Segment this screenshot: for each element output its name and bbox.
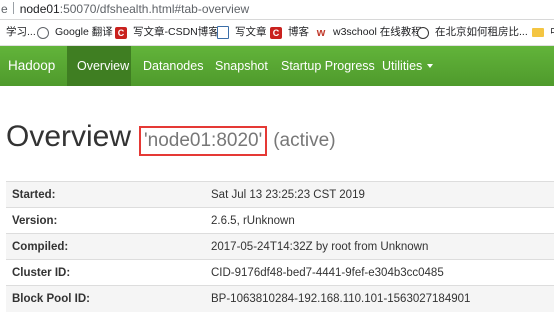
bookmark-label: 写文章-CSDN博客	[133, 26, 219, 38]
globe-icon	[37, 26, 49, 39]
w3school-icon: w	[315, 26, 327, 39]
bookmark-csdn-write[interactable]: C 写文章-CSDN博客	[115, 20, 219, 45]
bookmark-label: 中	[550, 20, 554, 45]
caret-down-icon	[427, 64, 434, 68]
table-row: Compiled: 2017-05-24T14:32Z by root from…	[6, 233, 554, 260]
bookmark-beijing-rent[interactable]: 在北京如何租房比...	[417, 20, 528, 45]
nav-startup-progress[interactable]: Startup Progress	[271, 46, 385, 86]
nav-overview[interactable]: Overview	[67, 46, 131, 86]
row-value: BP-1063810284-192.168.110.101-1563027184…	[205, 285, 554, 312]
nav-utilities-label: Utilities	[382, 59, 423, 73]
row-key: Version:	[6, 207, 205, 234]
table-row: Started: Sat Jul 13 23:25:23 CST 2019	[6, 181, 554, 208]
nav-utilities[interactable]: Utilities	[372, 46, 443, 86]
bookmark-label: w3school 在线教程	[333, 26, 422, 38]
bookmark-blog[interactable]: C 博客	[270, 20, 309, 45]
hadoop-navbar: Hadoop Overview Datanodes Snapshot Start…	[0, 46, 554, 86]
bookmark-more[interactable]: 中	[532, 20, 554, 45]
row-value: Sat Jul 13 23:25:23 CST 2019	[205, 181, 554, 208]
address-prefix: e	[1, 2, 8, 16]
bookmarks-bar: 学习... Google 翻译 C 写文章-CSDN博客 写文章 C 博客 w …	[0, 20, 554, 46]
table-row: Block Pool ID: BP-1063810284-192.168.110…	[6, 285, 554, 312]
overview-table: Started: Sat Jul 13 23:25:23 CST 2019 Ve…	[6, 181, 554, 312]
row-key: Compiled:	[6, 233, 205, 260]
page-title: Overview	[6, 120, 132, 153]
bookmark-label: 在北京如何租房比...	[435, 26, 528, 38]
address-host: node01	[19, 2, 60, 16]
nav-snapshot[interactable]: Snapshot	[205, 46, 278, 86]
row-key: Cluster ID:	[6, 259, 205, 286]
row-value: 2017-05-24T14:32Z by root from Unknown	[205, 233, 554, 260]
csdn-icon: C	[270, 26, 282, 39]
table-row: Version: 2.6.5, rUnknown	[6, 207, 554, 234]
address-path: :50070/dfshealth.html#tab-overview	[59, 2, 250, 16]
document-icon	[217, 26, 229, 39]
compass-icon	[417, 26, 429, 39]
row-key: Started:	[6, 181, 205, 208]
bookmark-label: 博客	[288, 26, 309, 38]
row-key: Block Pool ID:	[6, 285, 205, 312]
nav-datanodes[interactable]: Datanodes	[133, 46, 213, 86]
bookmark-write[interactable]: 写文章	[217, 20, 267, 45]
bookmark-label: 写文章	[235, 26, 267, 38]
table-row: Cluster ID: CID-9176df48-bed7-4441-9fef-…	[6, 259, 554, 286]
bookmark-google-translate[interactable]: Google 翻译	[37, 20, 113, 45]
brand-link[interactable]: Hadoop	[0, 46, 65, 86]
address-bar[interactable]: e node01:50070/dfshealth.html#tab-overvie…	[0, 0, 554, 20]
bookmark-label: Google 翻译	[55, 26, 113, 38]
row-value: 2.6.5, rUnknown	[205, 207, 554, 234]
csdn-icon: C	[115, 26, 127, 39]
namenode-address: 'node01:8020'	[139, 126, 268, 156]
address-separator	[12, 2, 14, 14]
row-value: CID-9176df48-bed7-4441-9fef-e304b3cc0485	[205, 259, 554, 286]
namenode-status: (active)	[273, 130, 336, 151]
bookmark-w3school[interactable]: w w3school 在线教程	[315, 20, 422, 45]
folder-icon	[532, 28, 544, 37]
bookmark-label: 学习...	[6, 26, 36, 38]
page-heading: Overview 'node01:8020' (active)	[6, 120, 336, 160]
bookmark-study[interactable]: 学习...	[0, 20, 36, 45]
